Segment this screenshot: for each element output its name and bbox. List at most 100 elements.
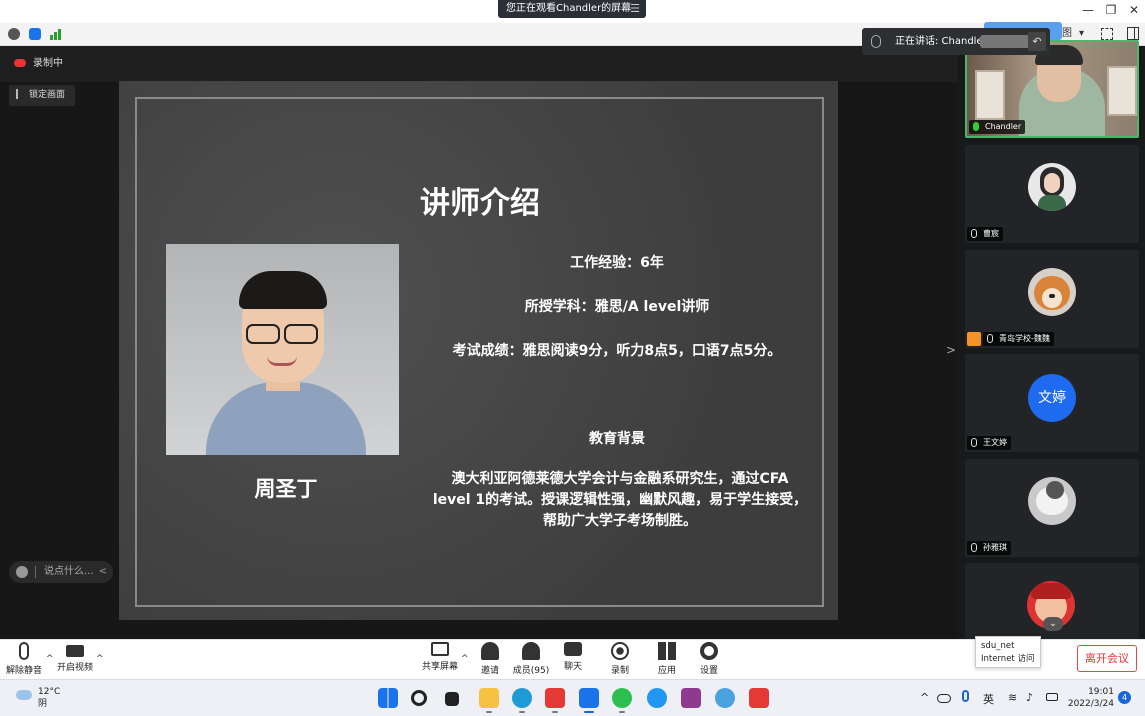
participant-label: 曹宸 [967,227,1003,241]
mic-icon [871,35,881,48]
wechat-icon[interactable] [612,688,632,708]
participant-label: 孙雅琪 [967,541,1011,555]
camera-off-icon [66,645,84,657]
start-icon[interactable] [378,688,398,708]
teacher-name: 周圣丁 [254,477,318,501]
recording-label: 录制中 [33,58,63,69]
education-line: 帮助广大学子考场制胜。 [543,513,697,529]
task-view-icon[interactable] [445,692,459,706]
tray-expand-icon[interactable]: ^ [920,691,929,704]
youdao-icon[interactable] [749,688,769,708]
mic-on-icon [973,122,979,131]
panel-toggle-icon[interactable]: > [946,343,956,357]
participant-tile[interactable]: 青岛学校-魏魏 [965,250,1139,348]
settings-button[interactable]: 设置 [687,642,731,676]
ime-indicator[interactable]: 英 [983,691,994,707]
education-line: level 1的考试。授课逻辑性强，幽默风趣，易于学生接受， [432,492,808,508]
windows-taskbar [0,679,1145,716]
meeting-app-icon[interactable] [579,688,599,708]
start-video-button[interactable]: 开启视频 [53,642,97,673]
more-participants-icon[interactable]: ⌄ [1043,617,1063,631]
gear-icon [700,642,718,660]
pin-icon [16,89,22,99]
wifi-icon[interactable]: ≋ [1008,691,1017,704]
microphone-icon[interactable] [962,690,969,702]
education-line: 澳大利亚阿德莱德大学会计与金融系研究生，通过CFA [451,471,789,487]
cloudy-icon [16,690,32,700]
avatar [1028,268,1076,316]
unmute-button[interactable]: 解除静音 [2,642,46,676]
avatar [1028,163,1076,211]
search-icon[interactable] [411,690,427,706]
wps-icon[interactable] [545,688,565,708]
restore-button[interactable]: ❐ [1103,3,1119,17]
members-icon [522,642,540,660]
teacher-photo [166,244,399,455]
edge-icon[interactable] [512,688,532,708]
participant-tile[interactable]: 孙雅琪 [965,459,1139,557]
participant-tile[interactable]: 文婷 王文婷 [965,354,1139,452]
lock-view-button[interactable]: 锁定画面 [9,85,75,106]
avatar: 文婷 [1028,374,1076,422]
scores-text: 考试成绩：雅思阅读9分，听力8点5，口语7点5分。 [452,343,782,359]
slide-title: 讲师介绍 [420,186,540,221]
education-heading: 教育背景 [589,431,645,447]
share-banner[interactable]: 您正在观看Chandler的屏幕 ☰ [498,0,646,18]
lock-view-label: 锁定画面 [29,90,66,100]
collapse-chat-icon[interactable]: < [99,561,107,583]
speaking-indicator: 正在讲话: Chandler; ↶ [862,28,1050,55]
share-screen-button[interactable]: 共享屏幕 [418,642,462,672]
mic-muted-icon [971,229,977,238]
mic-muted-icon [971,543,977,552]
leave-meeting-button[interactable]: 离开会议 [1077,645,1137,672]
volume-icon[interactable]: ♪ [1026,691,1033,704]
experience-text: 工作经验：6年 [570,255,664,271]
apps-icon [658,642,676,660]
menu-icon[interactable]: ☰ [630,0,640,18]
file-explorer-icon[interactable] [479,688,499,708]
share-banner-label: 您正在观看Chandler的屏幕 [506,3,632,14]
notification-badge[interactable]: 4 [1118,691,1131,704]
info-icon[interactable] [8,28,20,40]
video-options-caret[interactable]: ^ [96,654,104,664]
subjects-text: 所授学科：雅思/A level讲师 [524,299,710,315]
chat-input[interactable]: 说点什么... < [9,561,113,583]
recording-indicator: 录制中 [14,57,63,71]
signal-icon[interactable] [50,28,63,40]
participant-label: 王文婷 [967,436,1011,450]
user-icon [967,332,981,346]
members-button[interactable]: 成员(95) [509,642,553,676]
battery-icon[interactable] [1046,693,1058,701]
record-icon [611,642,629,660]
participant-tile[interactable]: 曹宸 [965,145,1139,243]
participant-label: Chandler [969,120,1026,134]
record-button[interactable]: 录制 [598,642,642,676]
network-app-icon[interactable] [715,688,735,708]
mic-muted-icon [987,334,993,343]
mic-muted-icon [971,438,977,447]
onedrive-icon[interactable] [937,694,951,703]
browser-icon[interactable] [647,688,667,708]
chat-icon [564,642,582,656]
fullscreen-icon[interactable] [1101,28,1113,40]
speaking-label: 正在讲话: Chandler; [895,36,991,47]
undo-icon[interactable]: ↶ [1028,32,1046,51]
add-user-icon [481,642,499,660]
archive-icon[interactable] [681,688,701,708]
network-tooltip: sdu_net Internet 访问 [975,636,1041,668]
chat-placeholder: 说点什么... [44,566,94,577]
sidebar-toggle-icon[interactable] [1127,27,1139,40]
cloud-icon [14,59,26,67]
close-button[interactable]: ✕ [1126,3,1142,17]
system-clock[interactable]: 19:01 2022/3/24 [1062,686,1114,710]
emoji-icon[interactable] [16,566,28,578]
mic-muted-icon [19,642,29,660]
avatar [1028,477,1076,525]
apps-button[interactable]: 应用 [645,642,689,676]
minimize-button[interactable]: — [1080,3,1096,17]
invite-button[interactable]: 邀请 [468,642,512,676]
chat-button[interactable]: 聊天 [551,642,595,672]
share-screen-icon [431,642,449,656]
shield-icon[interactable] [29,28,41,40]
participant-label: 青岛学校-魏魏 [983,332,1054,346]
